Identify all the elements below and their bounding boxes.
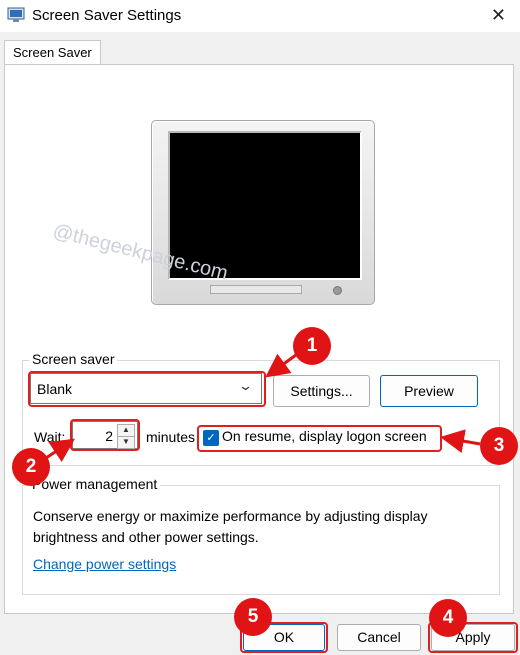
annotation-marker-3: 3 — [480, 427, 518, 465]
annotation-marker-4: 4 — [429, 599, 467, 637]
annotation-marker-5: 5 — [234, 598, 272, 636]
annotation-marker-1: 1 — [293, 327, 331, 365]
annotation-arrows — [45, 350, 481, 462]
annotation-marker-2: 2 — [12, 448, 50, 486]
